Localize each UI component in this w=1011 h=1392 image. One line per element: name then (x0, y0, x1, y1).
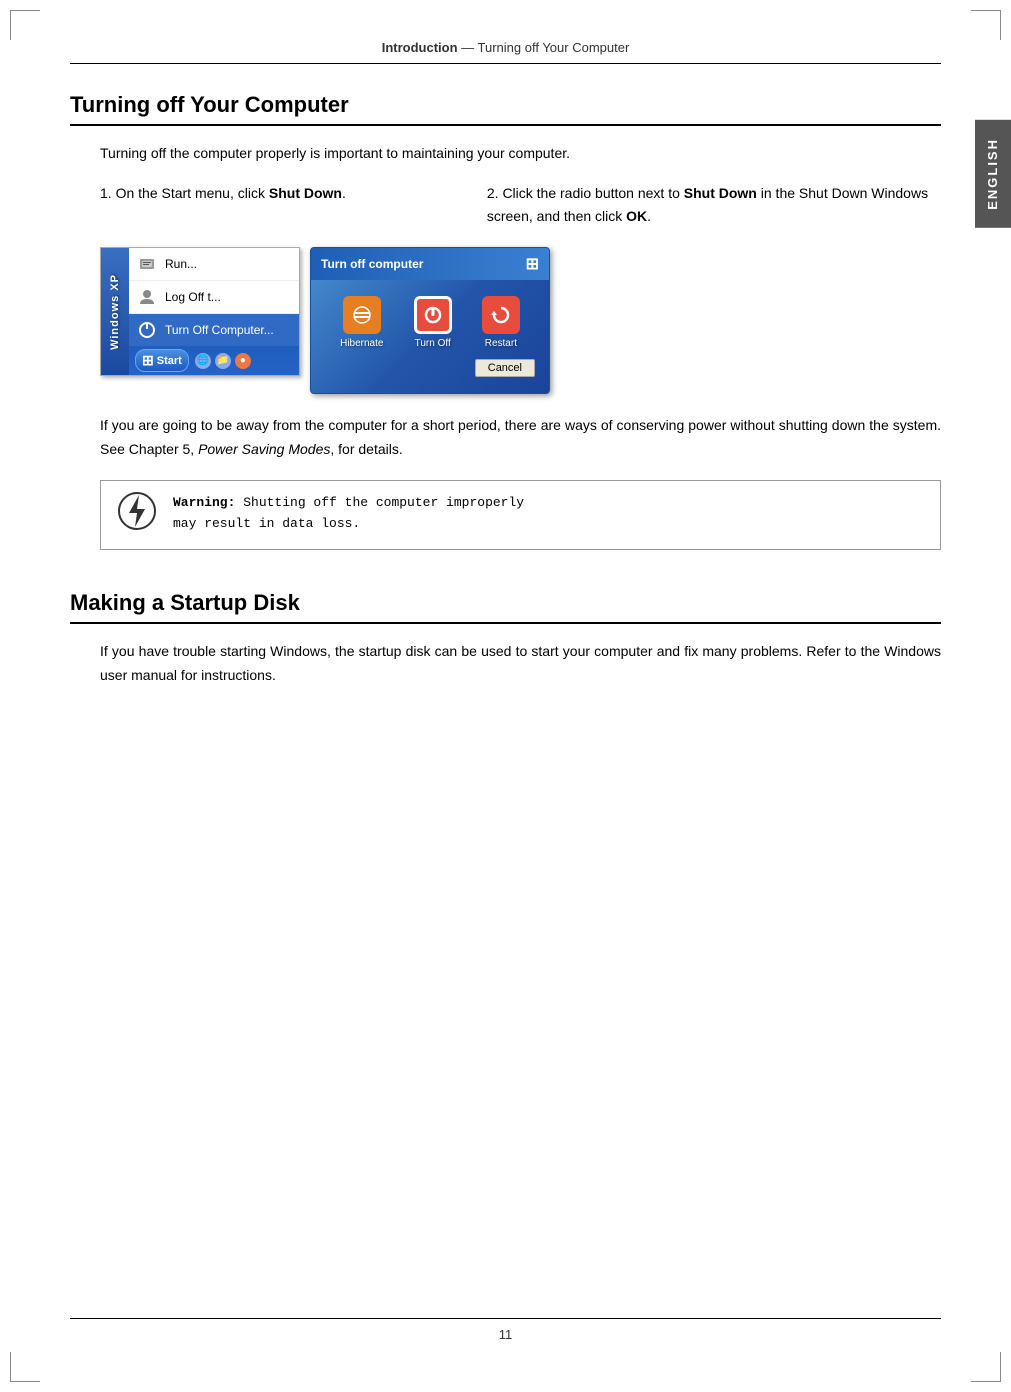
start-button[interactable]: ⊞ Start (135, 349, 189, 372)
menu-item-logoff-label: Log Off t... (165, 290, 221, 304)
section1-body: Turning off the computer properly is imp… (100, 142, 941, 550)
section1-para2: If you are going to be away from the com… (100, 414, 941, 462)
lightning-icon (117, 489, 157, 541)
step1: 1. On the Start menu, click Shut Down. (100, 182, 487, 227)
taskbar-icon-3: ● (235, 353, 251, 369)
hibernate-label: Hibernate (340, 338, 383, 349)
step2-end: . (647, 208, 651, 224)
page-number: 11 (499, 1327, 513, 1342)
section-startup-disk: Making a Startup Disk If you have troubl… (70, 590, 941, 688)
start-menu-items: Run... Log Off t... (129, 248, 299, 346)
step1-end: . (342, 185, 346, 201)
turnoff-options: Hibernate Turn Off (325, 296, 535, 349)
turnoff-titlebar: Turn off computer ⊞ (311, 248, 549, 280)
menu-item-turnoff: Turn Off Computer... (129, 314, 299, 346)
taskbar: ⊞ Start 🌐 📁 ● (129, 346, 299, 375)
turnoff-icon (137, 320, 157, 340)
step2-bold2: OK (626, 208, 647, 224)
start-menu-screenshot: Windows XP (100, 247, 300, 376)
step1-bold: Shut Down (269, 185, 342, 201)
taskbar-icon-1: 🌐 (195, 353, 211, 369)
start-menu-sidebar: Windows XP (101, 248, 129, 375)
menu-item-turnoff-label: Turn Off Computer... (165, 323, 274, 337)
hibernate-icon (343, 296, 381, 334)
windows-xp-label: Windows XP (109, 274, 121, 350)
screenshots-container: Windows XP (100, 247, 941, 394)
turnoff-title: Turn off computer (321, 257, 423, 271)
warning-label: Warning: (173, 495, 235, 510)
cancel-row: Cancel (325, 359, 535, 377)
taskbar-icons: 🌐 📁 ● (195, 353, 251, 369)
step2-number: 2. (487, 185, 499, 201)
restart-icon (482, 296, 520, 334)
turnoff-dialog-screenshot: Turn off computer ⊞ (310, 247, 550, 394)
menu-item-logoff: Log Off t... (129, 281, 299, 314)
steps-container: 1. On the Start menu, click Shut Down. 2… (100, 182, 941, 227)
restart-label: Restart (485, 338, 517, 349)
start-label: Start (157, 355, 182, 367)
section-turning-off: Turning off Your Computer Turning off th… (70, 92, 941, 550)
page-footer: 11 (70, 1318, 941, 1342)
turnoff-body: Hibernate Turn Off (311, 280, 549, 393)
section2-body: If you have trouble starting Windows, th… (100, 640, 941, 688)
run-icon (137, 254, 157, 274)
hibernate-option: Hibernate (340, 296, 383, 349)
warning-icon-wrap (115, 493, 159, 537)
turnoff-label: Turn Off (415, 338, 451, 349)
warning-box: Warning: Shutting off the computer impro… (100, 480, 941, 550)
restart-option: Restart (482, 296, 520, 349)
menu-item-run-label: Run... (165, 257, 197, 271)
step1-text: On the Start menu, click (116, 185, 269, 201)
step1-number: 1. (100, 185, 112, 201)
windows-flag-icon: ⊞ (526, 254, 539, 274)
section2-para: If you have trouble starting Windows, th… (100, 640, 941, 688)
language-tab-label: ENGLISH (985, 138, 1000, 210)
corner-mark-tr (971, 10, 1001, 40)
step2: 2. Click the radio button next to Shut D… (487, 182, 941, 227)
logoff-icon (137, 287, 157, 307)
menu-item-run: Run... (129, 248, 299, 281)
section1-title: Turning off Your Computer (70, 92, 941, 126)
header-bold: Introduction (382, 40, 458, 55)
turnoff-option: Turn Off (414, 296, 452, 349)
italic-text: Power Saving Modes (198, 441, 330, 457)
corner-mark-br (971, 1352, 1001, 1382)
page-header: Introduction — Turning off Your Computer (70, 40, 941, 64)
section1-intro: Turning off the computer properly is imp… (100, 142, 941, 164)
header-rest: — Turning off Your Computer (458, 40, 630, 55)
step2-bold1: Shut Down (684, 185, 757, 201)
warning-text: Warning: Shutting off the computer impro… (173, 493, 524, 535)
step2-text: Click the radio button next to (502, 185, 683, 201)
section2-title: Making a Startup Disk (70, 590, 941, 624)
corner-mark-bl (10, 1352, 40, 1382)
language-tab: ENGLISH (975, 120, 1011, 228)
windows-logo-icon: ⊞ (142, 352, 154, 369)
taskbar-icon-2: 📁 (215, 353, 231, 369)
turnoff-power-icon (414, 296, 452, 334)
cancel-button[interactable]: Cancel (475, 359, 535, 377)
corner-mark-tl (10, 10, 40, 40)
